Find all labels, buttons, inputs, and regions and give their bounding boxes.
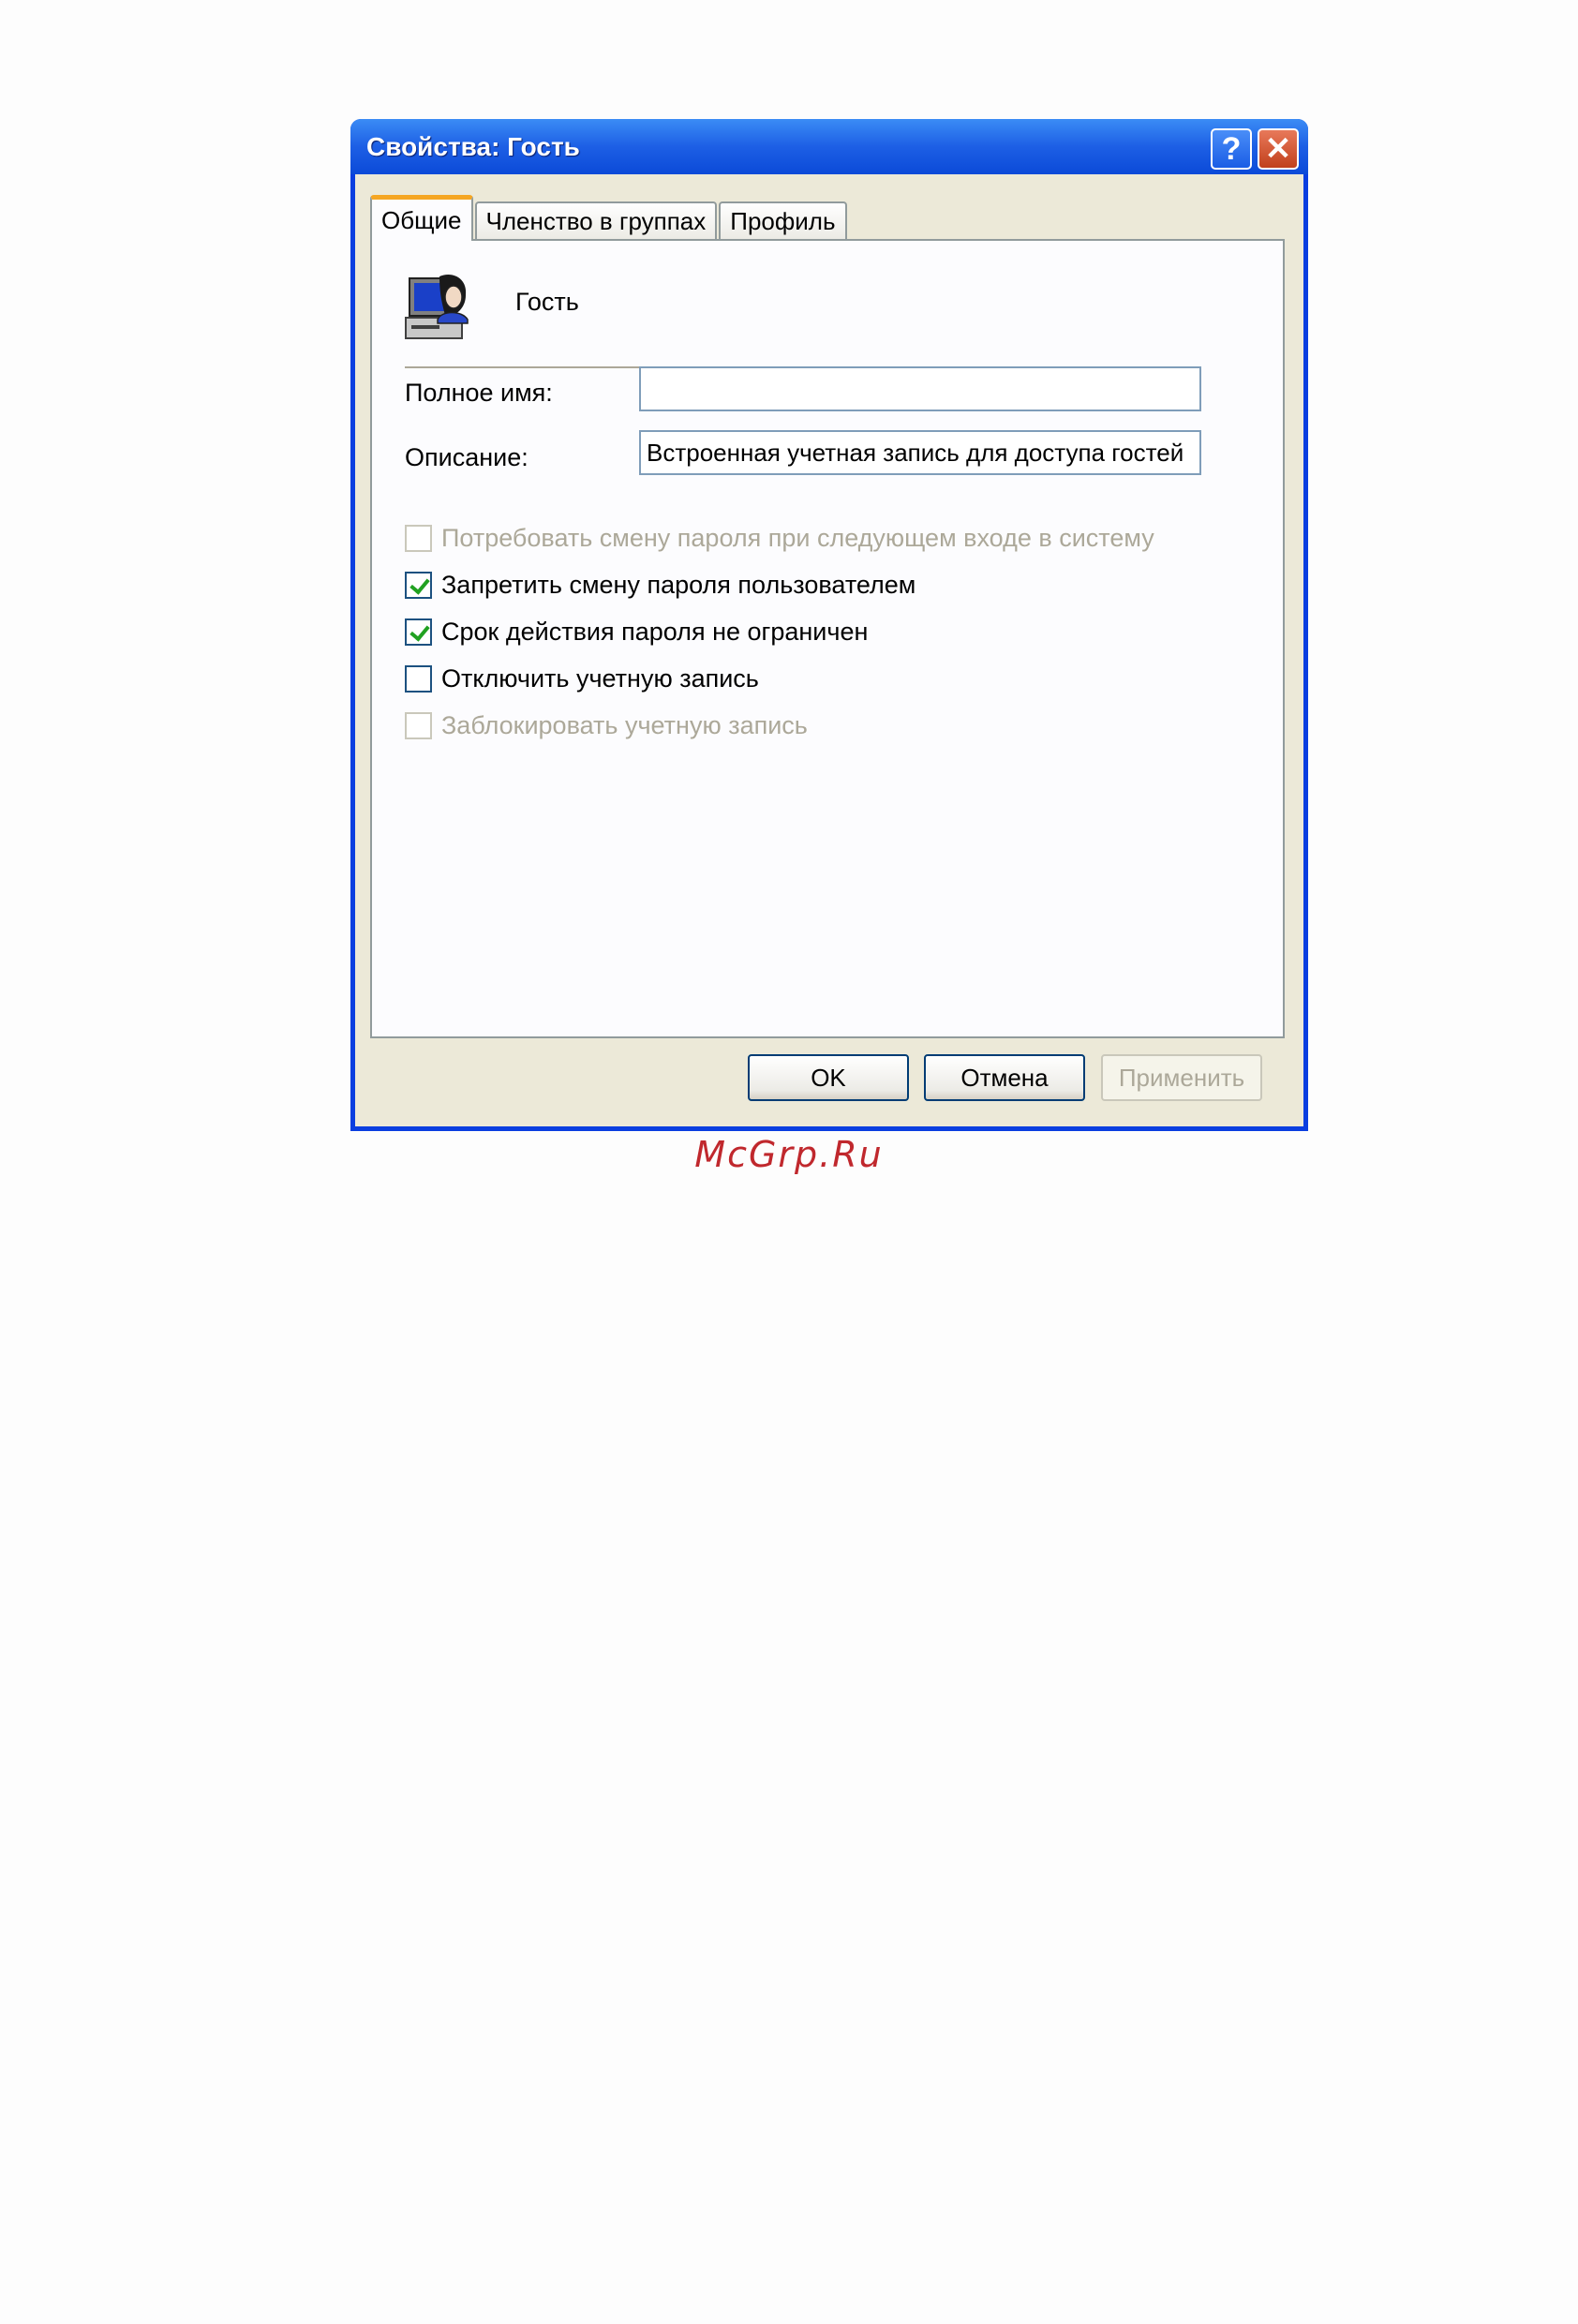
full-name-input[interactable] [639,366,1201,411]
option-lock-account[interactable]: Заблокировать учетную запись [405,711,808,740]
tab-profile[interactable]: Профиль [719,201,847,239]
option-disable-account[interactable]: Отключить учетную запись [405,664,759,693]
close-button[interactable]: ✕ [1258,128,1299,170]
tab-group-membership[interactable]: Членство в группах [474,201,718,239]
description-label: Описание: [405,443,528,471]
watermark: McGrp.Ru [694,1134,884,1175]
option-label: Отключить учетную запись [441,664,759,693]
option-prevent-password-change[interactable]: Запретить смену пароля пользователем [405,571,916,600]
description-input[interactable] [639,430,1201,475]
help-button[interactable]: ? [1211,128,1252,170]
question-mark-icon: ? [1221,130,1242,167]
option-label: Потребовать смену пароля при следующем в… [441,524,1154,552]
dialog-client-area: Общие Членство в группах Профиль Гость П… [355,174,1303,1126]
tab-panel-general: Гость Полное имя: Описание: Потребовать … [370,239,1285,1038]
user-name: Гость [515,288,579,316]
option-label: Запретить смену пароля пользователем [441,571,916,599]
checkbox[interactable] [405,572,432,599]
checkbox[interactable] [405,712,432,739]
title-bar[interactable]: Свойства: Гость ? ✕ [350,119,1308,174]
checkbox[interactable] [405,618,432,646]
cancel-button[interactable]: Отмена [924,1054,1085,1101]
properties-dialog: Свойства: Гость ? ✕ Общие Членство в гру… [350,119,1308,1131]
option-require-password-change[interactable]: Потребовать смену пароля при следующем в… [405,524,1154,553]
checkbox[interactable] [405,665,432,693]
checkbox[interactable] [405,525,432,552]
user-computer-icon [405,275,469,339]
option-password-never-expires[interactable]: Срок действия пароля не ограничен [405,618,868,647]
tab-general[interactable]: Общие [370,195,473,241]
full-name-label: Полное имя: [405,379,553,407]
option-label: Срок действия пароля не ограничен [441,618,869,646]
ok-button[interactable]: OK [748,1054,909,1101]
window-title: Свойства: Гость [366,132,580,161]
option-label: Заблокировать учетную запись [441,711,808,739]
close-icon: ✕ [1264,131,1292,167]
apply-button[interactable]: Применить [1101,1054,1262,1101]
tab-strip: Общие Членство в группах Профиль [370,193,849,241]
